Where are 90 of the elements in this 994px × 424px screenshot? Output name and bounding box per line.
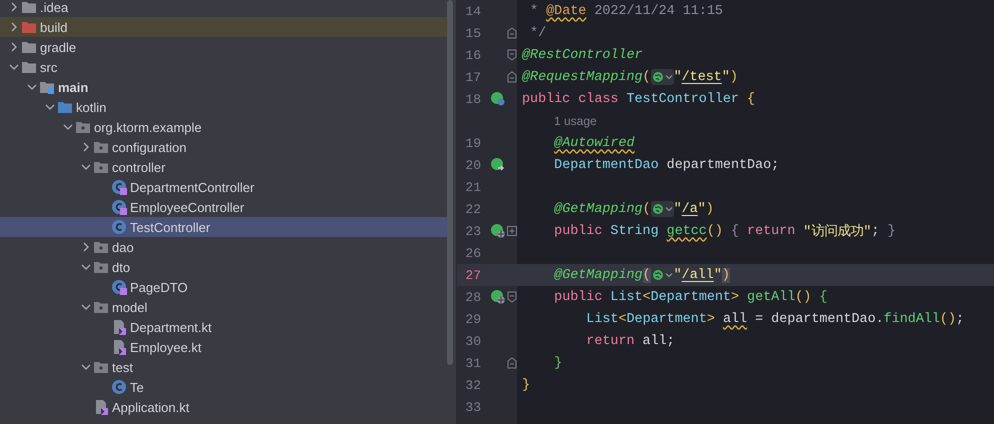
code-line: @RequestMapping( "/test") (522, 69, 738, 85)
usage-hint[interactable]: 1 usage (522, 114, 597, 128)
tree-item[interactable]: EmployeeController (0, 197, 447, 217)
package-folder-icon (93, 299, 109, 315)
code-line: public String getcc() { return "访问成功"; } (553, 222, 896, 240)
tree-item[interactable]: TestController (0, 217, 447, 237)
fold-icon[interactable] (506, 27, 516, 39)
module-folder-icon (39, 79, 55, 95)
package-folder-icon (93, 239, 109, 255)
line-number: 26 (464, 246, 481, 260)
line-number: 22 (464, 202, 481, 216)
tree-item[interactable]: model (0, 297, 447, 317)
package-folder-icon (93, 259, 109, 275)
line-number: 30 (464, 334, 481, 348)
class-icon (111, 199, 127, 215)
code-line: List<Department> all = departmentDao.findAll(); (585, 312, 964, 326)
package-folder-icon (93, 159, 109, 175)
code-line: @GetMapping( "/all") (553, 267, 730, 283)
url-inlay-icon[interactable] (650, 201, 674, 217)
folder-icon (21, 59, 37, 75)
class-icon (111, 379, 127, 395)
class-icon (111, 219, 127, 235)
tree-item[interactable]: kotlin (0, 97, 447, 117)
line-number: 28 (464, 290, 481, 304)
fold-icon[interactable] (506, 49, 516, 61)
line-number: 31 (464, 356, 481, 370)
code-line: @Autowired (553, 136, 635, 150)
code-line: } (553, 356, 562, 370)
folder-icon (57, 99, 73, 115)
line-number: 16 (464, 48, 481, 62)
code-line: return all; (585, 334, 675, 348)
fold-icon[interactable] (506, 357, 516, 369)
code-line: * @Date 2022/11/24 11:15 (529, 4, 723, 18)
folder-icon (21, 0, 37, 15)
class-icon (111, 279, 127, 295)
tree-item[interactable]: Application.kt (0, 397, 447, 417)
kotlin-file-icon (93, 399, 109, 415)
tree-item[interactable]: dao (0, 237, 447, 257)
kotlin-file-icon (111, 339, 127, 355)
tree-item[interactable]: org.ktorm.example (0, 117, 447, 137)
code-line: @RestController (522, 48, 643, 62)
tree-item[interactable]: DepartmentController (0, 177, 447, 197)
package-folder-icon (93, 359, 109, 375)
line-number: 18 (464, 92, 481, 106)
line-number: 27 (464, 268, 481, 282)
url-inlay-icon[interactable] (650, 69, 674, 85)
line-number: 20 (464, 158, 481, 172)
line-number: 14 (464, 4, 481, 18)
tree-item[interactable]: test (0, 357, 447, 377)
line-number: 17 (464, 70, 481, 84)
bean-icon[interactable] (490, 289, 506, 305)
code-line: } (522, 378, 530, 392)
folder-icon (21, 19, 37, 35)
bean-icon[interactable] (490, 91, 506, 107)
bean-icon[interactable] (490, 157, 506, 173)
fold-icon[interactable] (506, 71, 516, 83)
code-line: */ (529, 26, 546, 40)
class-icon (111, 179, 127, 195)
line-number: 19 (464, 136, 481, 150)
line-number: 21 (464, 180, 481, 194)
line-number: 23 (464, 224, 481, 238)
line-number: 32 (464, 378, 481, 392)
line-number: 29 (464, 312, 481, 326)
code-line: @GetMapping( "/a") (553, 201, 714, 217)
scrollbar[interactable] (447, 0, 453, 365)
folder-icon (21, 39, 37, 55)
tree-item[interactable]: dto (0, 257, 447, 277)
tree-item[interactable]: src (0, 57, 447, 77)
tree-item[interactable]: configuration (0, 137, 447, 157)
kotlin-file-icon (111, 319, 127, 335)
fold-icon[interactable] (506, 291, 516, 303)
package-folder-icon (93, 139, 109, 155)
line-number: 15 (464, 26, 481, 40)
package-folder-icon (75, 119, 91, 135)
code-line: DepartmentDao departmentDao; (553, 158, 780, 172)
expand-icon[interactable] (506, 226, 516, 236)
url-inlay-icon[interactable] (650, 267, 674, 283)
tree-item[interactable]: Department.kt (0, 317, 447, 337)
tree-item[interactable]: Employee.kt (0, 337, 447, 357)
tree-item[interactable]: PageDTO (0, 277, 447, 297)
code-line: public List<Department> getAll() { (553, 290, 828, 304)
code-line: public class TestController { (522, 92, 756, 106)
tree-item[interactable]: gradle (0, 37, 447, 57)
line-number: 33 (464, 400, 481, 414)
tree-item[interactable]: Te (0, 377, 447, 397)
tree-item[interactable]: controller (0, 157, 447, 177)
bean-icon[interactable] (490, 223, 506, 239)
tree-item[interactable]: build (0, 17, 447, 37)
tree-item[interactable]: main (0, 77, 447, 97)
tree-item[interactable]: .idea (0, 0, 447, 17)
